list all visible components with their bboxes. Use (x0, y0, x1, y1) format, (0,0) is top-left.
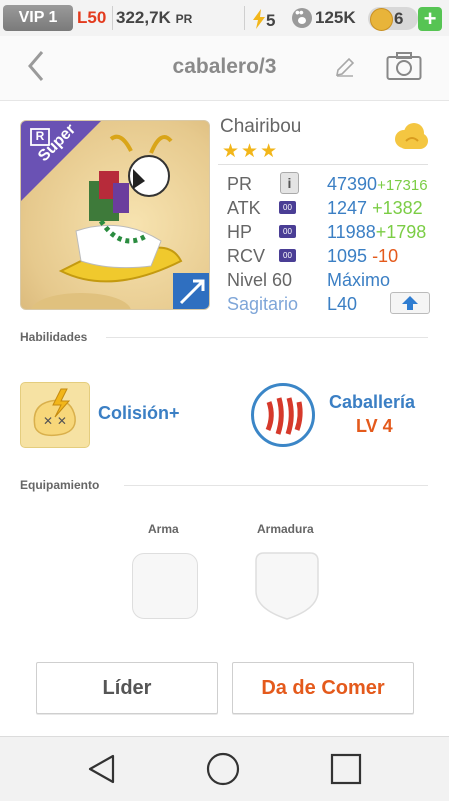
passive-skill-level: LV 4 (356, 416, 393, 436)
player-pr-value: 322,7K (116, 8, 171, 27)
stat-badge-icon: 00 (279, 201, 296, 214)
divider (106, 337, 428, 338)
resource-bar: VIP 1 L50 322,7K PR 5 125K 6 + (0, 0, 449, 37)
collision-icon: ✕ ✕ (33, 388, 76, 437)
passive-skill-name[interactable]: Caballería (329, 392, 415, 413)
stat-value-atk: 1247 +1382 (327, 198, 423, 219)
stat-base: 11988 (327, 222, 376, 242)
stat-label-hp: HP (227, 222, 253, 242)
passive-skill-icon[interactable] (251, 383, 315, 447)
sagittarius-arrow-icon (173, 273, 209, 309)
recents-square-icon[interactable] (330, 753, 362, 785)
level-label: Nivel 60 (227, 270, 293, 290)
paw-icon (292, 4, 312, 28)
stat-bonus: +1798 (375, 222, 427, 242)
player-pr-unit: PR (175, 12, 193, 26)
stat-bonus: +1382 (372, 198, 423, 218)
divider (124, 485, 428, 486)
stat-value-rcv: 1095 -10 (327, 246, 398, 267)
stat-bonus: -10 (372, 246, 399, 266)
stat-bonus: +17316 (377, 177, 428, 194)
stat-value-pr: 47390+17316 (327, 174, 428, 195)
active-skill-name[interactable]: Colisión+ (98, 403, 180, 424)
divider (112, 6, 113, 30)
stat-label-pr: PR (227, 174, 253, 194)
feed-button[interactable]: Da de Comer (232, 662, 414, 714)
rarity-stars: ★★★ (222, 141, 280, 162)
stat-base: 1247 (327, 198, 368, 218)
paw-counter[interactable]: 125K (292, 4, 356, 28)
coin-value: 6 (394, 9, 404, 28)
energy-value: 5 (266, 11, 276, 30)
monster-name: Chairibou (220, 116, 302, 137)
lightning-icon (253, 9, 265, 29)
paw-value: 125K (315, 8, 356, 27)
level-value: Máximo (327, 270, 391, 290)
add-coins-button[interactable]: + (418, 7, 442, 31)
edit-pencil-icon[interactable] (334, 56, 356, 78)
vip-badge[interactable]: VIP 1 (3, 5, 73, 31)
leader-button[interactable]: Líder (36, 662, 218, 714)
stat-label-rcv: RCV (227, 246, 266, 266)
camera-icon[interactable] (386, 51, 422, 81)
stat-base: 1095 (327, 246, 368, 266)
stat-base: 47390 (327, 174, 378, 194)
coin-icon (370, 8, 393, 31)
stat-badge-icon: 00 (279, 249, 296, 262)
sign-label[interactable]: Sagitario (227, 294, 298, 315)
system-nav-bar (0, 736, 449, 801)
weapon-label: Arma (148, 522, 179, 536)
stat-value-hp: 11988+1798 (327, 222, 426, 243)
player-level: L50 (77, 8, 107, 27)
element-cloud-icon (395, 123, 428, 149)
active-skill-icon[interactable]: ✕ ✕ (20, 382, 90, 448)
back-triangle-icon[interactable] (86, 753, 118, 785)
armor-slot[interactable] (254, 551, 320, 621)
stat-label-atk: ATK (227, 198, 261, 218)
player-pr: 322,7K PR (116, 8, 192, 28)
weapon-slot[interactable] (132, 553, 198, 619)
energy-counter[interactable]: 5 (252, 9, 275, 31)
upgrade-sign-button[interactable] (390, 292, 430, 314)
page-title: cabalero/3 (172, 55, 277, 78)
divider (244, 6, 245, 30)
equipment-section-label: Equipamiento (20, 478, 100, 492)
stat-badge-icon: 00 (279, 225, 296, 238)
skills-section-label: Habilidades (20, 330, 88, 344)
up-arrow-icon (402, 296, 418, 310)
home-circle-icon[interactable] (206, 752, 240, 786)
armor-label: Armadura (257, 522, 314, 536)
divider (218, 164, 428, 165)
header-bar: cabalero/3 (0, 36, 449, 101)
monster-portrait[interactable]: R Super (20, 120, 210, 310)
claw-marks-icon (265, 397, 303, 435)
sign-value: L40 (327, 294, 358, 314)
info-icon[interactable]: i (280, 172, 299, 194)
svg-text:✕ ✕: ✕ ✕ (43, 414, 67, 428)
coin-counter[interactable]: 6 (368, 7, 418, 31)
